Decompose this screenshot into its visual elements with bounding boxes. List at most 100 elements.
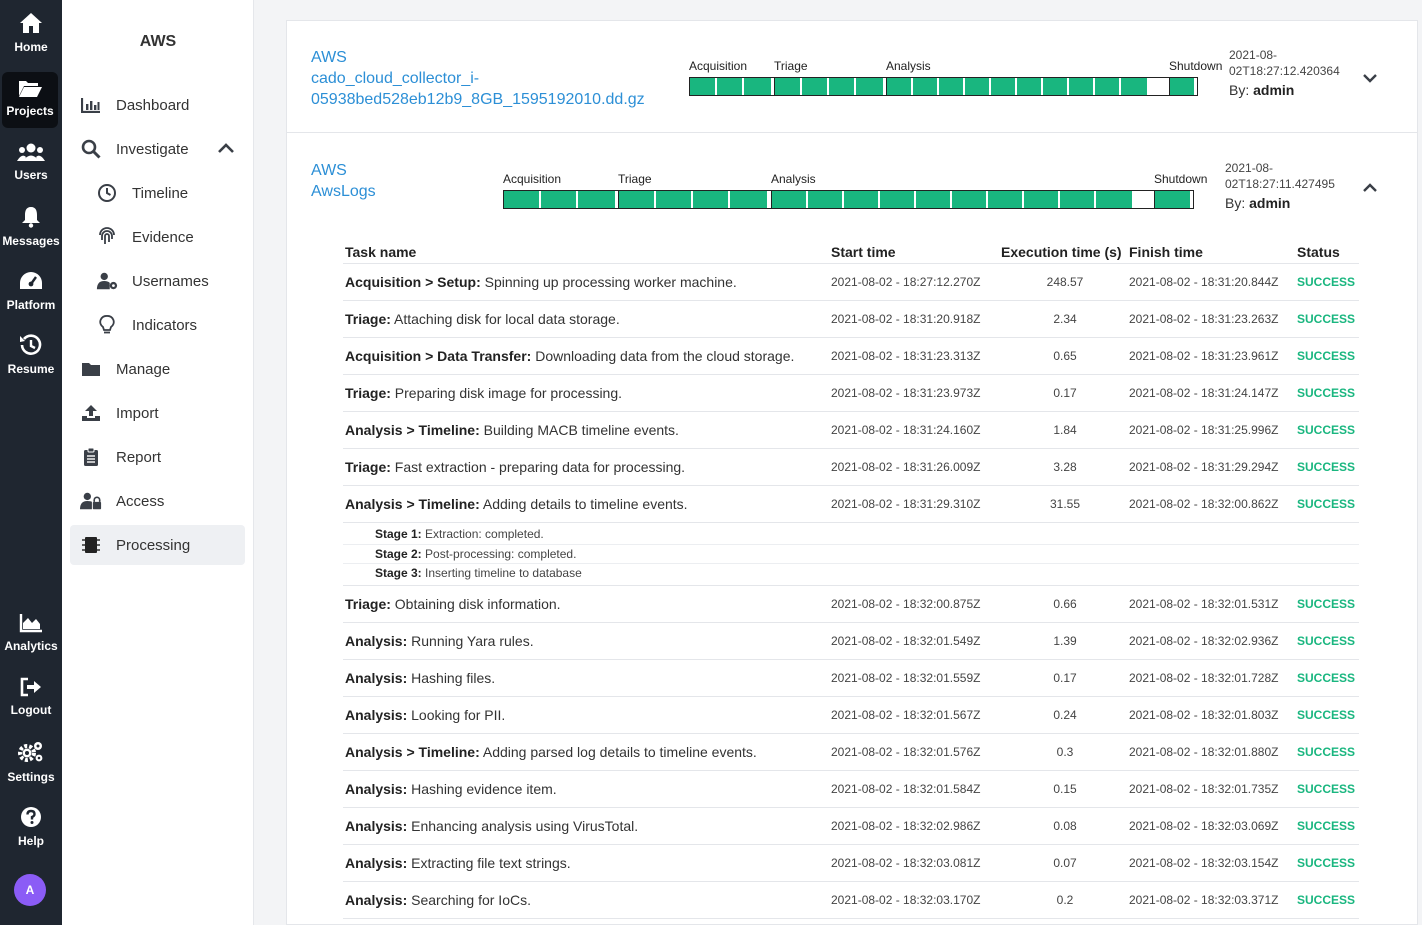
sidebar-item-dashboard[interactable]: Dashboard bbox=[70, 85, 245, 125]
sidebar-item-import[interactable]: Import bbox=[70, 393, 245, 433]
column-header-execution-time: Execution time (s) bbox=[1001, 244, 1122, 260]
table-row: Acquisition > Setup: Spinning up process… bbox=[343, 264, 1359, 301]
status-badge: SUCCESS bbox=[1297, 819, 1356, 833]
bell-icon bbox=[22, 207, 40, 228]
folder-icon bbox=[80, 358, 102, 380]
progress-bar-shutdown bbox=[1169, 77, 1198, 96]
job-title-line[interactable]: AWS bbox=[311, 47, 645, 68]
area-chart-icon bbox=[19, 614, 42, 633]
table-row: Analysis: Hashing files. 2021-08-02 - 18:… bbox=[343, 660, 1359, 697]
rail-item-analytics[interactable]: Analytics bbox=[0, 613, 62, 673]
rail-item-projects[interactable]: Projects bbox=[2, 72, 58, 128]
sidebar-item-investigate[interactable]: Investigate bbox=[70, 129, 245, 169]
sidebar-item-label: Manage bbox=[116, 360, 171, 378]
status-badge: SUCCESS bbox=[1297, 423, 1356, 437]
task-name: Analysis: Looking for PII. bbox=[345, 707, 506, 723]
status-badge: SUCCESS bbox=[1297, 745, 1356, 759]
sidebar-item-label: Usernames bbox=[132, 272, 209, 290]
table-row: Triage: Fast extraction - preparing data… bbox=[343, 449, 1359, 486]
execution-time: 0.17 bbox=[1053, 386, 1077, 400]
execution-time: 0.3 bbox=[1056, 745, 1074, 759]
avatar[interactable]: A bbox=[14, 874, 46, 906]
sidebar-item-access[interactable]: Access bbox=[70, 481, 245, 521]
table-row: Analysis > Timeline: Adding parsed log d… bbox=[343, 734, 1359, 771]
stage-label: Triage bbox=[618, 172, 652, 186]
execution-time: 248.57 bbox=[1046, 275, 1084, 289]
chevron-up-icon[interactable] bbox=[217, 140, 235, 158]
sidebar-item-usernames[interactable]: Usernames bbox=[70, 261, 245, 301]
gears-icon bbox=[18, 742, 43, 762]
status-badge: SUCCESS bbox=[1297, 497, 1356, 511]
stage-label: Acquisition bbox=[689, 59, 748, 73]
execution-time: 0.08 bbox=[1053, 819, 1077, 833]
finish-time: 2021-08-02 - 18:32:02.936Z bbox=[1129, 634, 1279, 648]
job-title[interactable]: AWS AwsLogs bbox=[311, 160, 376, 202]
task-name: Analysis: Searching for IoCs. bbox=[345, 892, 531, 908]
rail-item-users[interactable]: Users bbox=[0, 142, 62, 202]
rail-item-home[interactable]: Home bbox=[0, 12, 62, 72]
table-row: Triage: Attaching disk for local data st… bbox=[343, 301, 1359, 338]
project-sidebar: AWS Dashboard Investigate Timeline Evide… bbox=[62, 0, 254, 925]
fingerprint-icon bbox=[96, 226, 118, 248]
rail-item-label: Help bbox=[17, 834, 44, 848]
rail-item-resume[interactable]: Resume bbox=[0, 334, 62, 394]
start-time: 2021-08-02 - 18:31:23.973Z bbox=[831, 386, 981, 400]
status-badge: SUCCESS bbox=[1297, 597, 1356, 611]
finish-time: 2021-08-02 - 18:31:23.263Z bbox=[1129, 312, 1279, 326]
rail-item-logout[interactable]: Logout bbox=[0, 677, 62, 737]
task-name: Analysis: Hashing evidence item. bbox=[345, 781, 557, 797]
execution-time: 1.84 bbox=[1053, 423, 1077, 437]
finish-time: 2021-08-02 - 18:31:23.961Z bbox=[1129, 349, 1279, 363]
table-row: Analysis: Hashing evidence item. 2021-08-… bbox=[343, 771, 1359, 808]
pipeline-progress: Acquisition Triage Analysis Shutdown bbox=[503, 172, 1207, 212]
start-time: 2021-08-02 - 18:32:01.549Z bbox=[831, 634, 981, 648]
job-timestamp: 2021-08- bbox=[1225, 161, 1274, 175]
job-title-line[interactable]: AwsLogs bbox=[311, 181, 376, 202]
sidebar-item-manage[interactable]: Manage bbox=[70, 349, 245, 389]
start-time: 2021-08-02 - 18:32:03.170Z bbox=[831, 893, 981, 907]
project-title: AWS bbox=[139, 33, 177, 50]
sidebar-item-processing[interactable]: Processing bbox=[70, 525, 245, 565]
sidebar-item-report[interactable]: Report bbox=[70, 437, 245, 477]
start-time: 2021-08-02 - 18:32:01.559Z bbox=[831, 671, 981, 685]
rail-item-messages[interactable]: Messages bbox=[0, 206, 62, 266]
rail-item-help[interactable]: Help bbox=[0, 806, 62, 866]
chevron-up-icon[interactable] bbox=[1361, 179, 1379, 197]
start-time: 2021-08-02 - 18:32:01.567Z bbox=[831, 708, 981, 722]
progress-bar-acquisition bbox=[689, 77, 775, 96]
finish-time: 2021-08-02 - 18:31:29.294Z bbox=[1129, 460, 1279, 474]
rail-item-label: Resume bbox=[7, 362, 55, 376]
rail-item-label: Analytics bbox=[4, 639, 58, 653]
rail-item-label: Projects bbox=[6, 104, 54, 118]
stage-details: Stage 1: Extraction: completed. Stage 2:… bbox=[343, 523, 1359, 586]
clipboard-icon bbox=[80, 446, 102, 468]
table-row: Analysis > Timeline: Building MACB timel… bbox=[343, 412, 1359, 449]
sidebar-item-timeline[interactable]: Timeline bbox=[70, 173, 245, 213]
upload-icon bbox=[80, 402, 102, 424]
chevron-down-icon[interactable] bbox=[1361, 69, 1379, 87]
job-title-line[interactable]: 05938bed528eb12b9_8GB_1595192010.dd.gz bbox=[311, 89, 645, 110]
status-badge: SUCCESS bbox=[1297, 671, 1356, 685]
execution-time: 3.28 bbox=[1053, 460, 1077, 474]
rail-item-settings[interactable]: Settings bbox=[0, 740, 62, 800]
status-badge: SUCCESS bbox=[1297, 460, 1356, 474]
task-name: Analysis: Hashing files. bbox=[345, 670, 496, 686]
sidebar-item-evidence[interactable]: Evidence bbox=[70, 217, 245, 257]
job-title-line[interactable]: AWS bbox=[311, 160, 376, 181]
sidebar-item-indicators[interactable]: Indicators bbox=[70, 305, 245, 345]
rail-item-platform[interactable]: Platform bbox=[0, 270, 62, 330]
job-meta: 2021-08- 02T18:27:11.427495 By: admin bbox=[1225, 161, 1335, 211]
sidebar-item-label: Indicators bbox=[132, 316, 198, 334]
job-title-line[interactable]: cado_cloud_collector_i- bbox=[311, 68, 645, 89]
progress-bar-acquisition bbox=[503, 190, 619, 209]
table-row: Triage: Obtaining disk information. 2021-… bbox=[343, 586, 1359, 623]
rail-item-label: Platform bbox=[6, 298, 56, 312]
bar-chart-icon bbox=[80, 94, 102, 116]
job-title[interactable]: AWS cado_cloud_collector_i- 05938bed528e… bbox=[311, 47, 645, 110]
status-badge: SUCCESS bbox=[1297, 349, 1356, 363]
task-name: Acquisition > Data Transfer: Downloading… bbox=[345, 348, 795, 364]
stage-label: Shutdown bbox=[1169, 59, 1223, 73]
job-owner: admin bbox=[1253, 82, 1295, 98]
start-time: 2021-08-02 - 18:31:26.009Z bbox=[831, 460, 981, 474]
sidebar-item-label: Timeline bbox=[132, 184, 189, 202]
